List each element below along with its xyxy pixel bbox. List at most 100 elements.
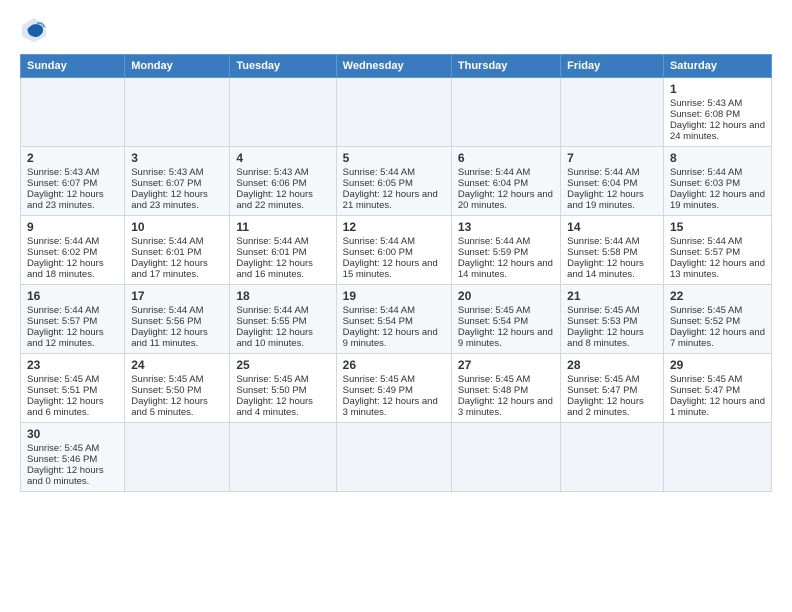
sunset: Sunset: 5:54 PM: [343, 316, 413, 327]
sunset: Sunset: 6:07 PM: [131, 178, 201, 189]
daylight: Daylight: 12 hours and 3 minutes.: [343, 396, 438, 418]
sunrise: Sunrise: 5:43 AM: [670, 98, 742, 109]
calendar-cell: [336, 423, 451, 492]
day-number: 12: [343, 220, 445, 234]
sunset: Sunset: 5:46 PM: [27, 454, 97, 465]
sunrise: Sunrise: 5:44 AM: [343, 167, 415, 178]
sunset: Sunset: 6:06 PM: [236, 178, 306, 189]
calendar-cell: 12 Sunrise: 5:44 AM Sunset: 6:00 PM Dayl…: [336, 216, 451, 285]
day-number: 9: [27, 220, 118, 234]
sunset: Sunset: 5:57 PM: [670, 247, 740, 258]
calendar-cell: 18 Sunrise: 5:44 AM Sunset: 5:55 PM Dayl…: [230, 285, 336, 354]
sunrise: Sunrise: 5:45 AM: [27, 443, 99, 454]
sunrise: Sunrise: 5:44 AM: [343, 236, 415, 247]
day-number: 7: [567, 151, 657, 165]
calendar-cell: 9 Sunrise: 5:44 AM Sunset: 6:02 PM Dayli…: [21, 216, 125, 285]
sunset: Sunset: 5:56 PM: [131, 316, 201, 327]
sunrise: Sunrise: 5:43 AM: [131, 167, 203, 178]
daylight: Daylight: 12 hours and 3 minutes.: [458, 396, 553, 418]
day-number: 21: [567, 289, 657, 303]
calendar-cell: 28 Sunrise: 5:45 AM Sunset: 5:47 PM Dayl…: [561, 354, 664, 423]
calendar-cell: 14 Sunrise: 5:44 AM Sunset: 5:58 PM Dayl…: [561, 216, 664, 285]
week-row-4: 23 Sunrise: 5:45 AM Sunset: 5:51 PM Dayl…: [21, 354, 772, 423]
week-row-3: 16 Sunrise: 5:44 AM Sunset: 5:57 PM Dayl…: [21, 285, 772, 354]
sunset: Sunset: 6:01 PM: [236, 247, 306, 258]
sunset: Sunset: 5:53 PM: [567, 316, 637, 327]
daylight: Daylight: 12 hours and 5 minutes.: [131, 396, 208, 418]
day-number: 17: [131, 289, 223, 303]
sunrise: Sunrise: 5:45 AM: [131, 374, 203, 385]
sunset: Sunset: 6:02 PM: [27, 247, 97, 258]
calendar-cell: 3 Sunrise: 5:43 AM Sunset: 6:07 PM Dayli…: [125, 147, 230, 216]
day-number: 25: [236, 358, 329, 372]
calendar-cell: 23 Sunrise: 5:45 AM Sunset: 5:51 PM Dayl…: [21, 354, 125, 423]
calendar-cell: 16 Sunrise: 5:44 AM Sunset: 5:57 PM Dayl…: [21, 285, 125, 354]
sunrise: Sunrise: 5:45 AM: [236, 374, 308, 385]
daylight: Daylight: 12 hours and 8 minutes.: [567, 327, 644, 349]
sunrise: Sunrise: 5:45 AM: [27, 374, 99, 385]
calendar-cell: 21 Sunrise: 5:45 AM Sunset: 5:53 PM Dayl…: [561, 285, 664, 354]
calendar-cell: [125, 423, 230, 492]
daylight: Daylight: 12 hours and 17 minutes.: [131, 258, 208, 280]
daylight: Daylight: 12 hours and 16 minutes.: [236, 258, 313, 280]
calendar-cell: [451, 78, 560, 147]
logo-icon: [20, 16, 48, 44]
sunrise: Sunrise: 5:44 AM: [567, 236, 639, 247]
col-header-tuesday: Tuesday: [230, 55, 336, 78]
daylight: Daylight: 12 hours and 1 minute.: [670, 396, 765, 418]
sunset: Sunset: 5:57 PM: [27, 316, 97, 327]
week-row-5: 30 Sunrise: 5:45 AM Sunset: 5:46 PM Dayl…: [21, 423, 772, 492]
sunrise: Sunrise: 5:44 AM: [343, 305, 415, 316]
day-number: 24: [131, 358, 223, 372]
day-number: 30: [27, 427, 118, 441]
daylight: Daylight: 12 hours and 10 minutes.: [236, 327, 313, 349]
sunrise: Sunrise: 5:44 AM: [27, 305, 99, 316]
calendar-cell: 8 Sunrise: 5:44 AM Sunset: 6:03 PM Dayli…: [663, 147, 771, 216]
sunrise: Sunrise: 5:44 AM: [131, 305, 203, 316]
calendar-cell: 25 Sunrise: 5:45 AM Sunset: 5:50 PM Dayl…: [230, 354, 336, 423]
week-row-2: 9 Sunrise: 5:44 AM Sunset: 6:02 PM Dayli…: [21, 216, 772, 285]
col-header-monday: Monday: [125, 55, 230, 78]
sunset: Sunset: 5:49 PM: [343, 385, 413, 396]
calendar-cell: 2 Sunrise: 5:43 AM Sunset: 6:07 PM Dayli…: [21, 147, 125, 216]
calendar-cell: [451, 423, 560, 492]
calendar-cell: 19 Sunrise: 5:44 AM Sunset: 5:54 PM Dayl…: [336, 285, 451, 354]
calendar-page: SundayMondayTuesdayWednesdayThursdayFrid…: [0, 0, 792, 612]
day-number: 8: [670, 151, 765, 165]
sunrise: Sunrise: 5:44 AM: [236, 236, 308, 247]
calendar-table: SundayMondayTuesdayWednesdayThursdayFrid…: [20, 54, 772, 492]
sunrise: Sunrise: 5:45 AM: [567, 305, 639, 316]
day-number: 13: [458, 220, 554, 234]
sunset: Sunset: 5:54 PM: [458, 316, 528, 327]
sunrise: Sunrise: 5:43 AM: [236, 167, 308, 178]
calendar-cell: 27 Sunrise: 5:45 AM Sunset: 5:48 PM Dayl…: [451, 354, 560, 423]
daylight: Daylight: 12 hours and 15 minutes.: [343, 258, 438, 280]
daylight: Daylight: 12 hours and 6 minutes.: [27, 396, 104, 418]
sunset: Sunset: 5:55 PM: [236, 316, 306, 327]
daylight: Daylight: 12 hours and 9 minutes.: [343, 327, 438, 349]
sunrise: Sunrise: 5:44 AM: [131, 236, 203, 247]
sunset: Sunset: 5:50 PM: [131, 385, 201, 396]
sunrise: Sunrise: 5:44 AM: [567, 167, 639, 178]
day-number: 20: [458, 289, 554, 303]
sunrise: Sunrise: 5:44 AM: [27, 236, 99, 247]
calendar-cell: 15 Sunrise: 5:44 AM Sunset: 5:57 PM Dayl…: [663, 216, 771, 285]
daylight: Daylight: 12 hours and 14 minutes.: [567, 258, 644, 280]
sunrise: Sunrise: 5:45 AM: [458, 305, 530, 316]
col-header-sunday: Sunday: [21, 55, 125, 78]
calendar-cell: 11 Sunrise: 5:44 AM Sunset: 6:01 PM Dayl…: [230, 216, 336, 285]
daylight: Daylight: 12 hours and 12 minutes.: [27, 327, 104, 349]
calendar-cell: 7 Sunrise: 5:44 AM Sunset: 6:04 PM Dayli…: [561, 147, 664, 216]
calendar-cell: [230, 423, 336, 492]
day-number: 11: [236, 220, 329, 234]
calendar-cell: [125, 78, 230, 147]
calendar-cell: [561, 78, 664, 147]
calendar-cell: 6 Sunrise: 5:44 AM Sunset: 6:04 PM Dayli…: [451, 147, 560, 216]
day-number: 10: [131, 220, 223, 234]
daylight: Daylight: 12 hours and 14 minutes.: [458, 258, 553, 280]
daylight: Daylight: 12 hours and 20 minutes.: [458, 189, 553, 211]
day-number: 14: [567, 220, 657, 234]
day-number: 5: [343, 151, 445, 165]
daylight: Daylight: 12 hours and 21 minutes.: [343, 189, 438, 211]
daylight: Daylight: 12 hours and 18 minutes.: [27, 258, 104, 280]
